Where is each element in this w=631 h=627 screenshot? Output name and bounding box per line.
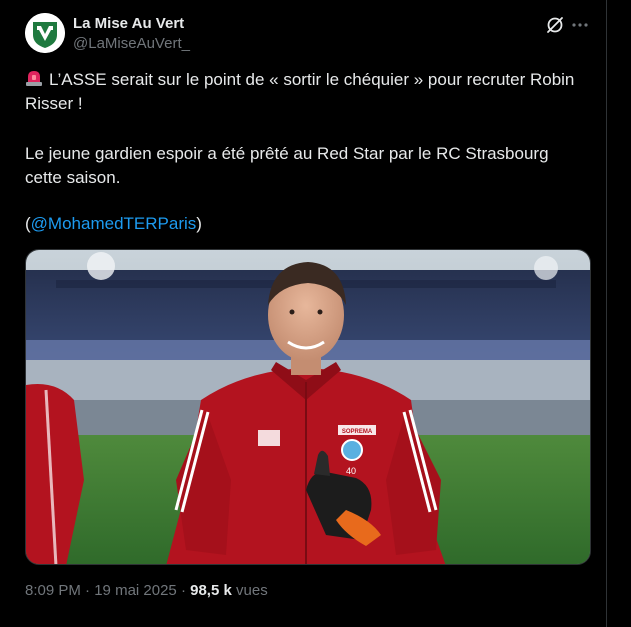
tweet-meta: 8:09 PM · 19 mai 2025 · 98,5 k vues	[25, 582, 268, 599]
tweet-photo[interactable]: SOPREMA 40	[25, 249, 591, 565]
tweet-text-paragraph-2: Le jeune gardien espoir a été prêté au R…	[25, 142, 595, 190]
grok-icon[interactable]	[545, 15, 565, 35]
tweet-time[interactable]: 8:09 PM	[25, 582, 81, 599]
views-label: vues	[236, 582, 268, 599]
tweet-line-2: Risser !	[25, 94, 83, 113]
tweet-text-paragraph-3: (@MohamedTERParis)	[25, 212, 595, 236]
author-handle[interactable]: @LaMiseAuVert_	[73, 35, 190, 52]
jersey-sponsor: SOPREMA	[342, 429, 373, 435]
tweet-line-4: cette saison.	[25, 168, 121, 187]
views-count: 98,5 k	[190, 582, 232, 599]
author-name[interactable]: La Mise Au Vert	[73, 15, 184, 32]
avatar[interactable]	[25, 13, 65, 53]
tweet-line-1: L’ASSE serait sur le point de « sortir l…	[49, 70, 575, 89]
player-photo: SOPREMA 40	[26, 250, 590, 564]
tweet-line-3: Le jeune gardien espoir a été prêté au R…	[25, 144, 549, 163]
separator-2: ·	[180, 582, 186, 599]
more-icon[interactable]	[570, 15, 590, 35]
tweet-date[interactable]: 19 mai 2025	[94, 582, 177, 599]
tweet-text-paragraph-1: L’ASSE serait sur le point de « sortir l…	[25, 68, 595, 116]
siren-emoji-icon	[26, 71, 42, 86]
la-mise-au-vert-logo-icon	[25, 13, 65, 53]
mention-close-paren: )	[196, 214, 202, 233]
separator-1: ·	[85, 582, 91, 599]
jersey-number: 40	[346, 466, 356, 476]
mention-link[interactable]: @MohamedTERParis	[31, 214, 197, 233]
tweet-card: La Mise Au Vert @LaMiseAuVert_ L’ASSE se…	[0, 0, 607, 627]
timeline-divider	[606, 0, 607, 627]
